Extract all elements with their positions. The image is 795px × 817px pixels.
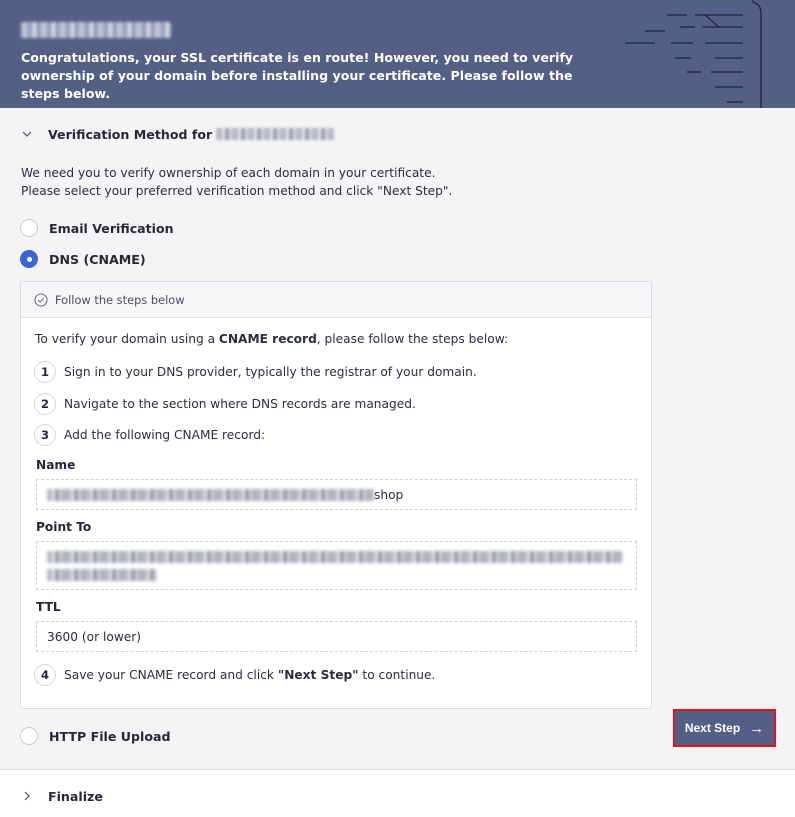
lead-bold: CNAME record [218,332,317,346]
step-number: 1 [34,361,56,383]
step-text: Save your CNAME record and click "Next S… [64,668,435,682]
step-number: 4 [34,664,56,686]
email-verification-radio[interactable] [20,219,38,237]
name-value-suffix: shop [374,487,404,502]
lead-text: To verify your domain using a [35,332,219,346]
banner-message: Congratulations, your SSL certificate is… [21,50,574,101]
next-step-label: Next Step [684,721,741,735]
redacted-value [47,550,623,563]
ttl-label: TTL [36,600,61,614]
step-4: 4 Save your CNAME record and click "Next… [34,664,435,686]
steps-lead: To verify your domain using a CNAME reco… [35,332,508,346]
finalize-section: Finalize [0,770,795,817]
dns-cname-option[interactable]: DNS (CNAME) [20,250,146,268]
banner-decoration-icon [625,0,762,108]
steps-panel-title: Follow the steps below [55,292,185,307]
http-file-upload-option[interactable]: HTTP File Upload [20,727,171,745]
finalize-section-header[interactable]: Finalize [20,787,103,805]
intro-line: We need you to verify ownership of each … [21,166,436,180]
step-number: 2 [34,393,56,415]
verification-section-title: Verification Method for [48,126,213,142]
ttl-value-field[interactable]: 3600 (or lower) [36,621,637,652]
redacted-domain [21,22,171,38]
lead-text: , please follow the steps below: [316,332,509,346]
email-verification-label: Email Verification [49,220,174,236]
redacted-value [47,568,157,581]
chevron-right-icon [24,791,30,801]
step-1: 1 Sign in to your DNS provider, typicall… [34,361,477,383]
point-to-value-field[interactable] [36,541,637,590]
ttl-value: 3600 (or lower) [47,629,142,644]
check-circle-icon [34,292,48,307]
point-to-label: Point To [36,520,92,534]
dns-cname-radio[interactable] [20,250,38,268]
step-2: 2 Navigate to the section where DNS reco… [34,393,416,415]
step-3: 3 Add the following CNAME record: [34,424,265,446]
finalize-section-title: Finalize [48,788,103,804]
step-text: Add the following CNAME record: [64,428,266,442]
http-file-upload-label: HTTP File Upload [49,728,171,744]
chevron-down-icon [22,131,32,137]
http-file-upload-radio[interactable] [20,727,38,745]
name-value-field[interactable]: shop [36,479,637,510]
step-text-part: Save your CNAME record and click [64,668,278,682]
verification-intro: We need you to verify ownership of each … [21,164,452,200]
redacted-value [47,488,374,501]
verification-section: Verification Method for We need you to v… [0,108,795,769]
email-verification-option[interactable]: Email Verification [20,219,174,237]
verification-section-header[interactable]: Verification Method for [20,125,335,143]
header-banner: Congratulations, your SSL certificate is… [0,0,795,108]
step-text-bold: "Next Step" [277,668,359,682]
dns-steps-panel: Follow the steps below To verify your do… [20,281,652,709]
step-number: 3 [34,424,56,446]
intro-line: Please select your preferred verificatio… [21,184,453,198]
steps-panel-header: Follow the steps below [21,282,651,318]
step-text-part: to continue. [358,668,436,682]
step-text: Navigate to the section where DNS record… [64,397,416,411]
next-step-button[interactable]: Next Step → [673,709,776,747]
arrow-right-icon: → [749,719,765,737]
redacted-domain [216,128,335,140]
dns-cname-label: DNS (CNAME) [49,251,146,267]
step-text: Sign in to your DNS provider, typically … [64,365,477,379]
name-label: Name [36,458,76,472]
